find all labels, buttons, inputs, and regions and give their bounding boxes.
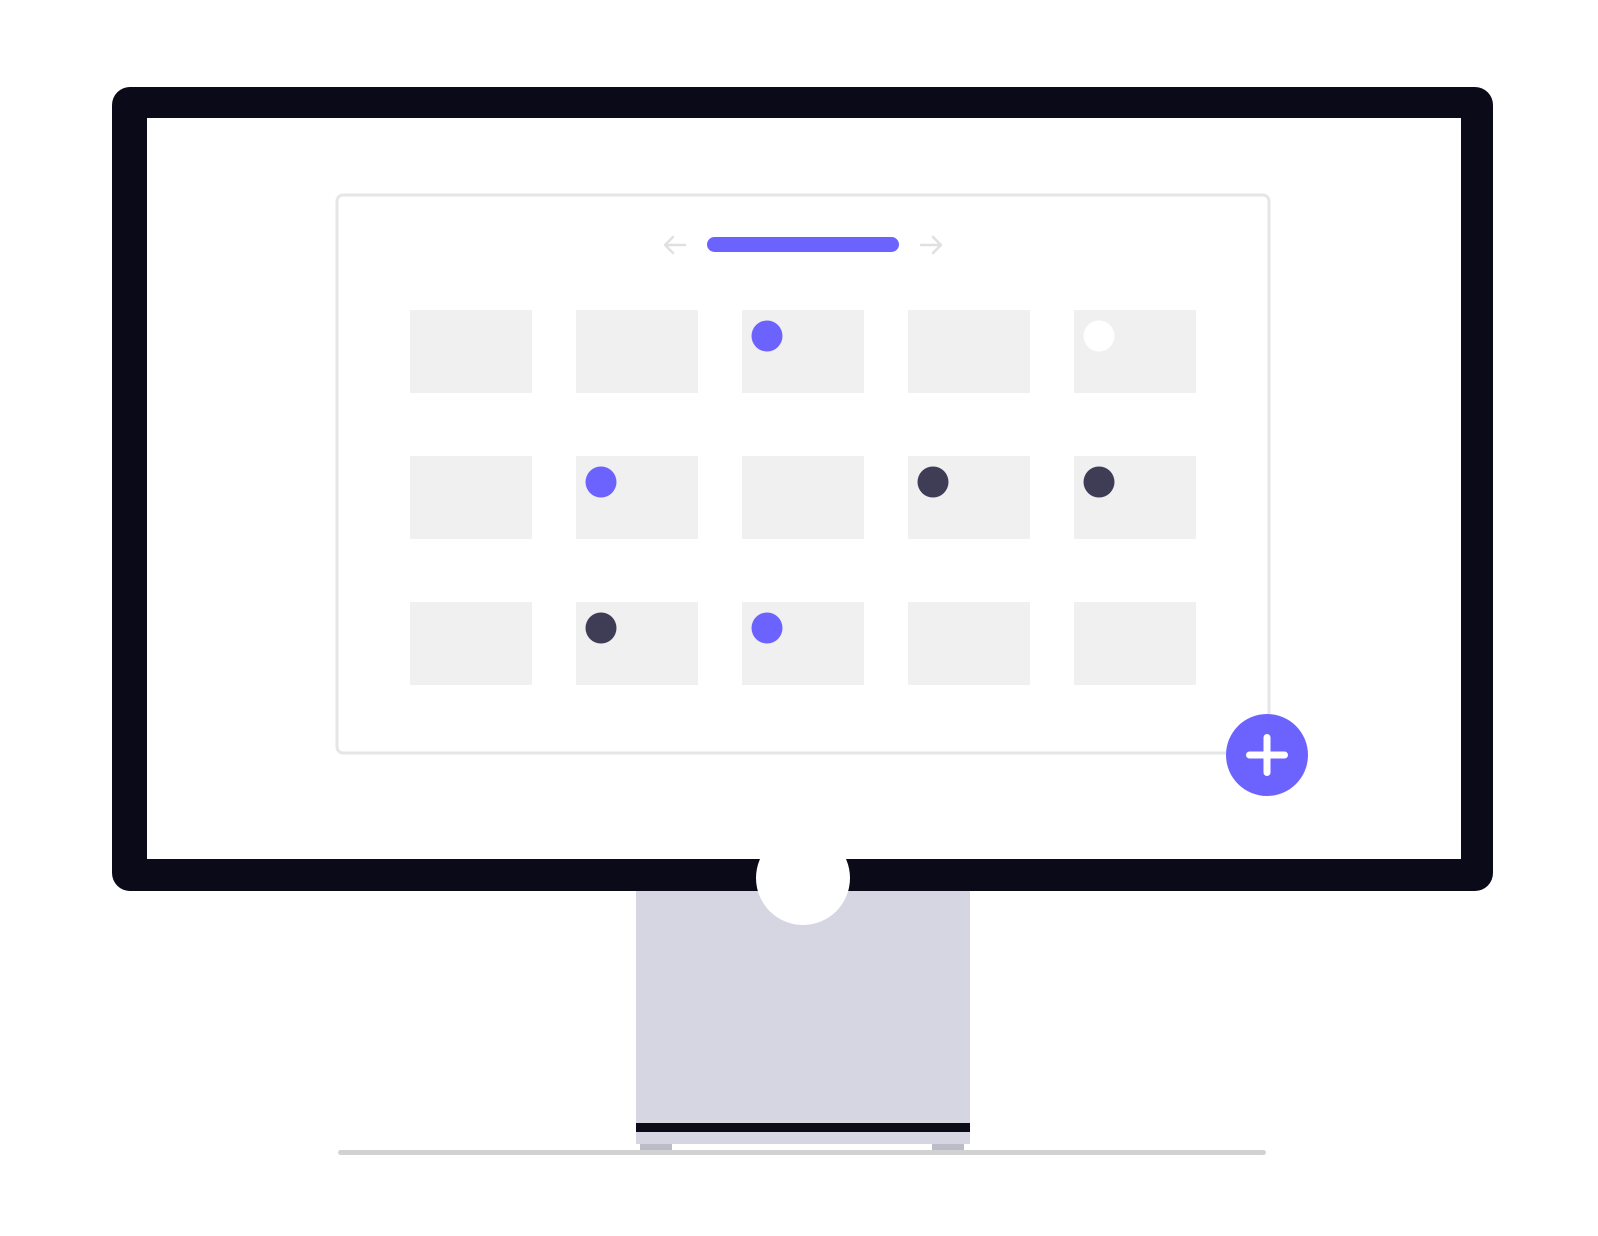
calendar-day-cell[interactable] <box>410 310 532 393</box>
stand-foot-left <box>640 1144 672 1150</box>
arrow-right-icon[interactable] <box>915 230 945 260</box>
day-cell-background <box>576 310 698 393</box>
calendar-day-cell[interactable] <box>576 456 698 539</box>
calendar-day-cell[interactable] <box>410 456 532 539</box>
event-dot-light <box>1083 320 1115 352</box>
event-dot-accent <box>751 320 783 352</box>
day-cell-background <box>742 456 864 539</box>
calendar-day-cell[interactable] <box>908 602 1030 685</box>
day-cell-background <box>908 602 1030 685</box>
calendar-day-cell[interactable] <box>576 310 698 393</box>
add-event-button[interactable] <box>1226 714 1308 796</box>
calendar-grid <box>410 310 1196 685</box>
monitor-svg <box>112 87 1493 1155</box>
calendar-day-cell[interactable] <box>742 456 864 539</box>
calendar-day-cell[interactable] <box>1074 310 1196 393</box>
stand-stripe <box>636 1123 970 1132</box>
stand-foot-right <box>932 1144 964 1150</box>
event-dot-dark <box>1083 466 1115 498</box>
day-cell-background <box>410 602 532 685</box>
calendar-day-cell[interactable] <box>908 456 1030 539</box>
floor-line <box>338 1150 1266 1155</box>
day-cell-background <box>1074 602 1196 685</box>
event-dot-dark <box>585 612 617 644</box>
month-title-bar <box>707 237 899 252</box>
day-cell-background <box>410 310 532 393</box>
calendar-day-cell[interactable] <box>742 602 864 685</box>
arrow-left-icon[interactable] <box>660 230 690 260</box>
calendar-day-cell[interactable] <box>1074 602 1196 685</box>
event-dot-accent <box>585 466 617 498</box>
stand-notch <box>756 831 850 925</box>
monitor-illustration <box>0 0 1598 1236</box>
calendar-day-cell[interactable] <box>908 310 1030 393</box>
calendar-day-cell[interactable] <box>1074 456 1196 539</box>
event-dot-accent <box>751 612 783 644</box>
day-cell-background <box>410 456 532 539</box>
calendar-day-cell[interactable] <box>410 602 532 685</box>
calendar-day-cell[interactable] <box>742 310 864 393</box>
event-dot-dark <box>917 466 949 498</box>
day-cell-background <box>908 310 1030 393</box>
calendar-day-cell[interactable] <box>576 602 698 685</box>
